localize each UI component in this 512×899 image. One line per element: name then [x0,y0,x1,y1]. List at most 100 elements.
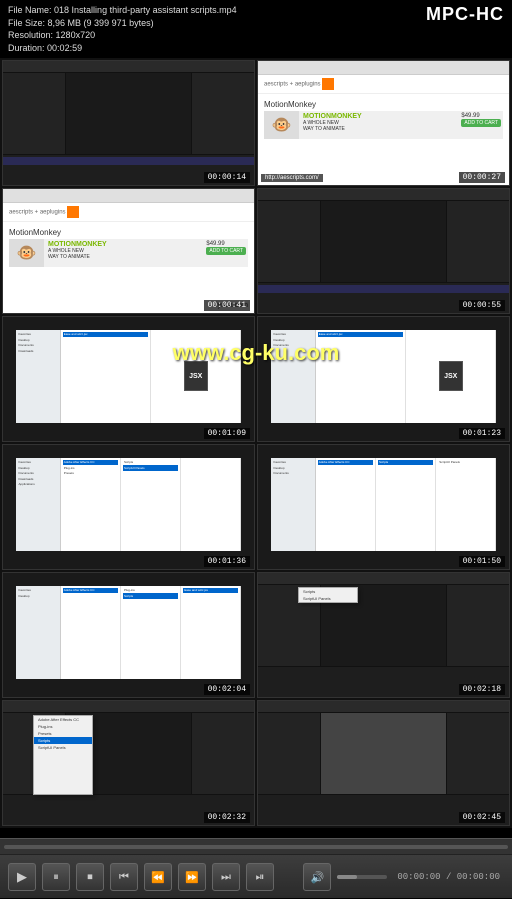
add-to-cart-button: ADD TO CART [461,119,501,127]
thumbnail-11[interactable]: Adobe After Effects CC Plug-ins Presets … [2,700,255,826]
timestamp: 00:01:09 [204,428,250,439]
filesize-label: File Size: [8,18,45,28]
player-logo: MPC-HC [426,4,504,25]
sidebar-item: Downloads [18,348,58,354]
folder-item: ScriptUI Panels [123,465,178,471]
thumbnail-10[interactable]: Scripts ScriptUI Panels 00:02:18 [257,572,510,698]
ae-ui: Scripts ScriptUI Panels [258,573,509,697]
product-title: MotionMonkey [264,100,503,109]
ae-ui [3,61,254,185]
thumbnail-1[interactable]: 00:00:14 [2,60,255,186]
add-to-cart-button: ADD TO CART [206,247,246,255]
duration-label: Duration: [8,43,45,53]
rewind-button[interactable]: ⏪ [144,863,172,891]
time-display: 00:00:00 / 00:00:00 [393,872,504,882]
filename-value: 018 Installing third-party assistant scr… [54,5,237,15]
pause-button[interactable]: ⏸ [42,863,70,891]
play-button[interactable]: ▶ [8,863,36,891]
watermark-text: www.cg-ku.com [173,340,340,366]
jsx-preview: JSX [408,332,493,421]
thumbnail-2[interactable]: aescripts + aeplugins MotionMonkey 🐵 MOT… [257,60,510,186]
banner-line1: MOTIONMONKEY [48,241,200,248]
cart-icon [322,78,334,90]
folder-item: Adobe After Effects CC [318,460,373,466]
site-name: aescripts + aeplugins [9,210,66,216]
thumbnail-3[interactable]: aescripts + aeplugins MotionMonkey 🐵 MOT… [2,188,255,314]
thumbnail-5[interactable]: Favorites Desktop Documents Downloads Ea… [2,316,255,442]
prev-button[interactable]: ⏮ [110,863,138,891]
menu-item: Adobe After Effects CC [34,716,92,723]
dropdown-menu: Scripts ScriptUI Panels [298,587,358,603]
finder-overlay: Favorites Desktop Documents Adobe After … [258,445,509,569]
product-banner: 🐵 MOTIONMONKEY A WHOLE NEW WAY TO ANIMAT… [264,111,503,139]
jsx-file-icon: JSX [439,361,463,391]
step-button[interactable]: ⏯ [246,863,274,891]
browser-ui: aescripts + aeplugins MotionMonkey 🐵 MOT… [3,189,254,313]
thumbnail-7[interactable]: Favorites Desktop Documents Downloads Ap… [2,444,255,570]
dropdown-menu: Adobe After Effects CC Plug-ins Presets … [33,715,93,795]
seek-bar[interactable] [0,839,512,855]
file-item: Ease and wizz.jsx [183,588,238,594]
browser-ui: aescripts + aeplugins MotionMonkey 🐵 MOT… [258,61,509,185]
banner-line3: WAY TO ANIMATE [303,126,455,132]
sidebar-item: Documents [273,471,313,477]
finder-overlay: Favorites Desktop Documents Downloads Ap… [3,445,254,569]
menu-item: ScriptUI Panels [34,744,92,751]
monkey-icon: 🐵 [264,111,299,139]
stop-button[interactable]: ⏹ [76,863,104,891]
timestamp: 00:00:55 [459,300,505,311]
ae-ui [258,189,509,313]
menu-item: Presets [34,730,92,737]
thumbnail-grid: 00:00:14 aescripts + aeplugins MotionMon… [0,58,512,828]
sidebar-item: Desktop [18,593,58,599]
timestamp: 00:01:50 [459,556,505,567]
seek-track [4,845,508,849]
filename-label: File Name: [8,5,52,15]
folder-item: Adobe After Effects CC [63,588,118,594]
url-tooltip: http://aescripts.com/ [261,174,323,182]
next-button[interactable]: ⏭ [212,863,240,891]
site-name: aescripts + aeplugins [264,82,321,88]
timestamp: 00:00:27 [459,172,505,183]
ae-ui: Adobe After Effects CC Plug-ins Presets … [3,701,254,825]
thumbnail-9[interactable]: Favorites Desktop Adobe After Effects CC… [2,572,255,698]
timestamp: 00:00:41 [204,300,250,311]
resolution-label: Resolution: [8,30,53,40]
player-controls: ▶ ⏸ ⏹ ⏮ ⏪ ⏩ ⏭ ⏯ 🔊 00:00:00 / 00:00:00 [0,838,512,898]
monkey-icon: 🐵 [9,239,44,267]
folder-item: Scripts [378,460,433,466]
forward-button[interactable]: ⏩ [178,863,206,891]
duration-value: 00:02:59 [47,43,82,53]
timestamp: 00:02:04 [204,684,250,695]
thumbnail-8[interactable]: Favorites Desktop Documents Adobe After … [257,444,510,570]
thumbnail-6[interactable]: Favorites Desktop Documents Ease and wiz… [257,316,510,442]
volume-slider[interactable] [337,875,387,879]
product-title: MotionMonkey [9,228,248,237]
cart-icon [67,206,79,218]
sidebar-item: Applications [18,482,58,488]
file-item: Ease and wizz.jsx [63,332,148,338]
timestamp: 00:02:18 [459,684,505,695]
thumbnail-12[interactable]: 00:02:45 [257,700,510,826]
finder-overlay: Favorites Desktop Documents Downloads Ea… [3,317,254,441]
banner-line1: MOTIONMONKEY [303,113,455,120]
thumbnail-4[interactable]: 00:00:55 [257,188,510,314]
product-banner: 🐵 MOTIONMONKEY A WHOLE NEW WAY TO ANIMAT… [9,239,248,267]
finder-overlay: Favorites Desktop Documents Ease and wiz… [258,317,509,441]
timestamp: 00:02:32 [204,812,250,823]
resolution-value: 1280x720 [56,30,96,40]
menu-item: Scripts [34,737,92,744]
menu-item: Plug-ins [34,723,92,730]
timestamp: 00:01:36 [204,556,250,567]
timestamp: 00:01:23 [459,428,505,439]
file-info-header: File Name: 018 Installing third-party as… [0,0,512,58]
mute-button[interactable]: 🔊 [303,863,331,891]
folder-item: Scripts [123,593,178,599]
finder-overlay: Favorites Desktop Adobe After Effects CC… [3,573,254,697]
timestamp: 00:00:14 [204,172,250,183]
banner-line3: WAY TO ANIMATE [48,254,200,260]
folder-item: Presets [63,471,118,477]
file-item: Ease and wizz.jsx [318,332,403,338]
filesize-value: 8,96 MB (9 399 971 bytes) [48,18,154,28]
folder-item: ScriptUI Panels [438,460,493,466]
